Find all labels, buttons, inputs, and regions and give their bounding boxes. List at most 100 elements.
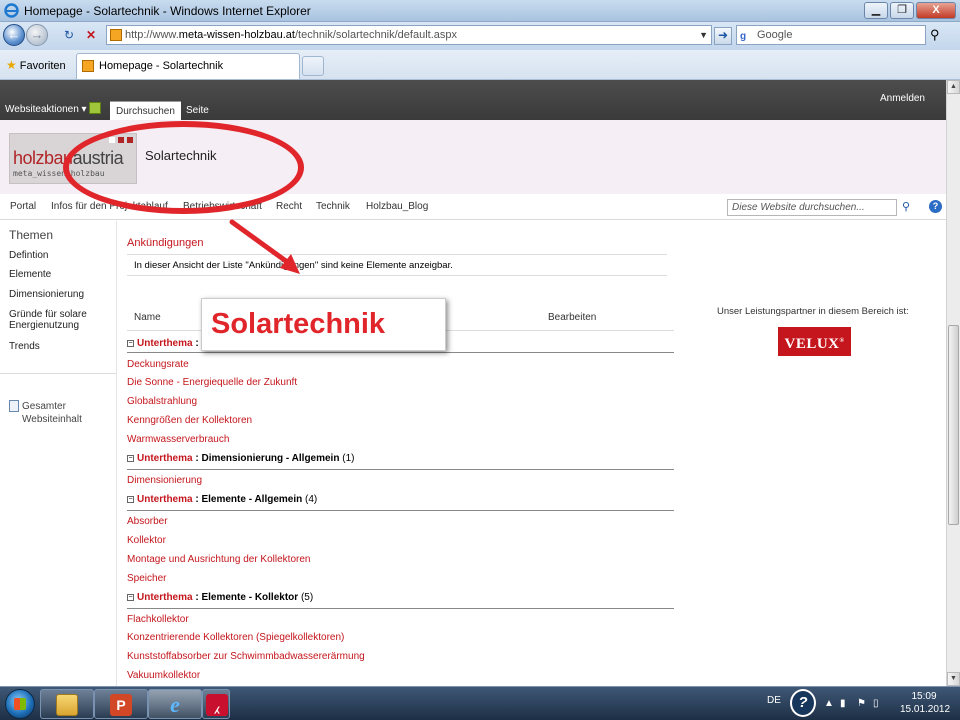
address-row: ← → ↻ ✕ http://www.meta-wissen-holzbau.a… [0,22,960,50]
group-label: Unterthema [137,453,193,464]
help-icon[interactable]: ? [929,200,942,213]
partner-text: Unser Leistungspartner in diesem Bereich… [717,306,909,317]
address-input[interactable]: http://www.meta-wissen-holzbau.at/techni… [106,25,712,45]
scroll-up-icon[interactable]: ▲ [947,80,960,94]
scroll-down-icon[interactable]: ▼ [947,672,960,686]
forward-icon[interactable]: → [26,24,48,46]
flag-icon[interactable]: ⚑ [857,698,866,709]
group-header[interactable]: − Unterthema : Dimensionierung - Allgemei… [127,453,354,464]
chevron-down-icon[interactable]: ▼ [699,26,708,44]
favorites-star-icon: ★ [6,58,17,72]
favorites-button[interactable]: ★ Favoriten [6,58,66,72]
list-item[interactable]: Montage und Ausrichtung der Kollektoren [127,554,310,565]
column-header-name[interactable]: Name [134,312,161,323]
topnav-item-technik[interactable]: Technik [316,201,350,212]
scrollbar-thumb[interactable] [948,325,959,525]
language-indicator[interactable]: DE [767,695,781,706]
topnav-item-recht[interactable]: Recht [276,201,302,212]
list-item[interactable]: Warmwasserverbrauch [127,434,229,445]
announcements-title[interactable]: Ankündigungen [127,237,203,249]
list-item[interactable]: Speicher [127,573,166,584]
list-item[interactable]: Kollektor [127,535,166,546]
system-tray: DE ? ▲ ▮ ⚑ ▯ 15:09 15.01.2012 [760,687,960,720]
group-divider [127,469,674,470]
list-item[interactable]: Vakuumkollektor [127,670,200,681]
browser-tab[interactable]: Homepage - Solartechnik [76,53,300,79]
edit-page-icon[interactable] [89,102,101,114]
document-icon [9,400,19,412]
windows-taskbar: P e ⁁ DE ? ▲ ▮ ⚑ ▯ 15:09 15.01.2012 [0,686,960,720]
annotation-callout: Solartechnik [201,298,446,351]
expand-toggle-icon[interactable]: − [127,594,134,601]
group-name: Elemente - Allgemein [201,494,303,505]
vertical-scrollbar[interactable]: ▲ ▼ [946,80,960,686]
search-icon[interactable]: ⚲ [930,27,940,43]
group-divider [127,608,674,609]
velux-logo[interactable]: VELUX® [778,327,851,356]
annotation-arrow [229,219,300,274]
list-item[interactable]: Kunststoffabsorber zur Schwimmbadwassere… [127,651,365,662]
sharepoint-ribbon: Websiteaktionen ▾ Durchsuchen Seite Anme… [0,80,946,120]
tab-durchsuchen[interactable]: Durchsuchen [110,101,181,120]
sign-in-link[interactable]: Anmelden [880,93,925,104]
all-site-content-link[interactable]: Gesamter Websiteinhalt [9,400,92,426]
leftnav-item-trends[interactable]: Trends [9,341,40,352]
start-orb-icon[interactable] [5,689,35,719]
minimize-button[interactable]: ▁ [864,2,888,19]
site-search-input[interactable]: Diese Website durchsuchen... [727,199,897,216]
expand-toggle-icon[interactable]: − [127,496,134,503]
taskbar-ie-button[interactable]: e [148,689,202,719]
leftnav-item-gruende[interactable]: Gründe für solare Energienutzung [9,309,109,331]
help-tray-icon[interactable]: ? [790,689,816,717]
list-item[interactable]: Deckungsrate [127,359,189,370]
battery-icon[interactable]: ▯ [873,698,879,709]
list-item[interactable]: Konzentrierende Kollektoren (Spiegelkoll… [127,632,344,643]
leftnav-item-defintion[interactable]: Defintion [9,250,48,261]
list-item[interactable]: Flachkollektor [127,614,189,625]
go-icon[interactable]: ➜ [714,27,732,45]
maximize-button[interactable]: ❐ [890,2,914,19]
google-icon: g [740,31,747,42]
group-header[interactable]: − Unterthema : [127,338,199,349]
left-navigation: Themen Defintion Elemente Dimensionierun… [0,221,117,686]
group-header[interactable]: − Unterthema : Elemente - Allgemein (4) [127,494,317,505]
browser-search-input[interactable]: g Google [736,25,926,45]
network-icon[interactable]: ▮ [840,698,846,709]
list-item[interactable]: Absorber [127,516,168,527]
url-host: meta-wissen-holzbau.at [178,29,295,41]
taskbar-powerpoint-button[interactable]: P [94,689,148,719]
list-item[interactable]: Die Sonne - Energiequelle der Zukunft [127,377,297,388]
arrow-up-icon[interactable]: ▲ [824,698,834,709]
leftnav-item-elemente[interactable]: Elemente [9,269,51,280]
taskbar-explorer-button[interactable] [40,689,94,719]
expand-toggle-icon[interactable]: − [127,455,134,462]
all-site-content-label: Gesamter Websiteinhalt [22,401,82,425]
expand-toggle-icon[interactable]: − [127,340,134,347]
group-header[interactable]: − Unterthema : Elemente - Kollektor (5) [127,592,313,603]
taskbar-clock[interactable]: 15:09 15.01.2012 [900,690,950,716]
leftnav-divider [0,373,116,374]
favorites-label: Favoriten [19,60,66,72]
leftnav-heading[interactable]: Themen [9,228,53,242]
taskbar-pdf-button[interactable]: ⁁ [202,689,230,719]
site-actions-menu[interactable]: Websiteaktionen ▾ [5,104,87,115]
list-item[interactable]: Globalstrahlung [127,396,197,407]
back-icon[interactable]: ← [3,24,25,46]
group-label: Unterthema [137,592,193,603]
velux-logo-text: VELUX [784,336,840,352]
column-header-edit[interactable]: Bearbeiten [548,312,596,323]
topnav-item-portal[interactable]: Portal [10,201,36,212]
list-item[interactable]: Dimensionierung [127,475,202,486]
annotation-ellipse [63,121,304,214]
stop-icon[interactable]: ✕ [82,27,100,45]
refresh-icon[interactable]: ↻ [60,27,78,45]
new-tab-button[interactable] [302,56,324,76]
browser-search-placeholder: Google [757,29,793,41]
tab-seite[interactable]: Seite [180,101,215,120]
topnav-item-holzbau-blog[interactable]: Holzbau_Blog [366,201,428,212]
leftnav-item-dimensionierung[interactable]: Dimensionierung [9,289,84,300]
close-button[interactable]: X [916,2,956,19]
site-search-icon[interactable]: ⚲ [898,199,914,216]
ie-icon [4,3,19,18]
list-item[interactable]: Kenngrößen der Kollektoren [127,415,252,426]
